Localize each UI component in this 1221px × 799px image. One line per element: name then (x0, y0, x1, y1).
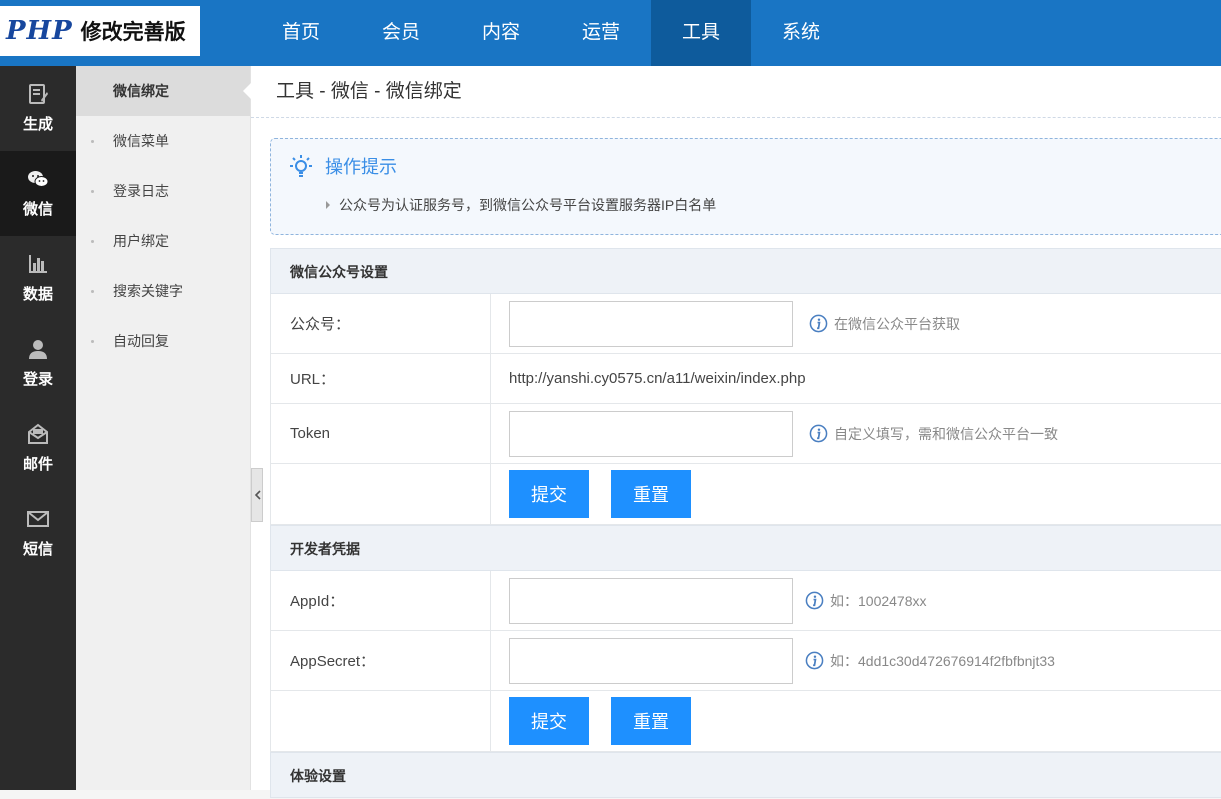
form-row-appsecret: AppSecret： 如：4dd1c30d472676914f2fbfbnjt3… (270, 631, 1221, 691)
sidebar-item-login[interactable]: 登录 (0, 321, 76, 406)
info-icon (805, 651, 824, 670)
url-value: http://yanshi.cy0575.cn/a11/weixin/index… (509, 370, 806, 387)
sidebar-label: 邮件 (22, 456, 53, 473)
submenu-item-user-bind[interactable]: 用户绑定 (76, 216, 250, 266)
top-header: PHP 修改完善版 首页 会员 内容 运营 工具 系统 (0, 0, 1221, 66)
topnav-content[interactable]: 内容 (451, 0, 551, 66)
submenu-item-login-log[interactable]: 登录日志 (76, 166, 250, 216)
envelope-icon (27, 511, 49, 527)
logo-brand: PHP (6, 16, 73, 46)
appsecret-hint-text: 如：4dd1c30d472676914f2fbfbnjt33 (830, 652, 1055, 669)
url-label: URL： (271, 354, 491, 403)
form-row-appid: AppId： 如：1002478xx (270, 571, 1221, 631)
settings-form: 微信公众号设置 公众号： 在微信公众平台获取 URL： http://yansh… (270, 248, 1221, 798)
appid-label: AppId： (271, 571, 491, 630)
tips-box: 操作提示 公众号为认证服务号，到微信公众号平台设置服务器IP白名单 (270, 138, 1221, 235)
appsecret-label: AppSecret： (271, 631, 491, 690)
account-input[interactable] (509, 300, 793, 347)
appid-hint-text: 如：1002478xx (830, 592, 927, 609)
submenu-item-wechat-menu[interactable]: 微信菜单 (76, 116, 250, 166)
sidebar-item-mail[interactable]: 邮件 (0, 406, 76, 491)
form-row-token: Token 自定义填写，需和微信公众平台一致 (270, 404, 1221, 464)
account-hint: 在微信公众平台获取 (809, 314, 960, 334)
form-row-actions: 提交 重置 (270, 464, 1221, 525)
tips-title: 操作提示 (289, 153, 397, 179)
lightbulb-icon (290, 155, 312, 177)
submit-button[interactable]: 提交 (509, 470, 589, 518)
account-label: 公众号： (271, 294, 491, 353)
logo[interactable]: PHP 修改完善版 (0, 6, 200, 56)
chevron-left-icon (254, 490, 261, 500)
section-title: 微信公众号设置 (270, 248, 1221, 294)
token-hint-text: 自定义填写，需和微信公众平台一致 (834, 425, 1058, 442)
reset-button[interactable]: 重置 (611, 470, 691, 518)
sidebar-item-sms[interactable]: 短信 (0, 491, 76, 576)
section-title: 开发者凭据 (270, 525, 1221, 571)
tips-title-text: 操作提示 (325, 157, 397, 177)
topnav-system[interactable]: 系统 (751, 0, 851, 66)
appid-hint: 如：1002478xx (805, 591, 927, 611)
appid-input[interactable] (509, 577, 793, 624)
sidebar-label: 登录 (22, 371, 53, 388)
collapse-sidebar-handle[interactable] (251, 468, 263, 522)
topnav-member[interactable]: 会员 (351, 0, 451, 66)
topnav-home[interactable]: 首页 (251, 0, 351, 66)
tips-line: 公众号为认证服务号，到微信公众号平台设置服务器IP白名单 (326, 195, 716, 215)
submenu-item-search-keyword[interactable]: 搜索关键字 (76, 266, 250, 316)
form-row-url: URL： http://yanshi.cy0575.cn/a11/weixin/… (270, 354, 1221, 404)
sidebar-item-wechat[interactable]: 微信 (0, 151, 76, 236)
sidebar-item-data[interactable]: 数据 (0, 236, 76, 321)
icon-sidebar: 生成 微信 数据 登录 邮件 短信 (0, 66, 76, 790)
topnav-tools[interactable]: 工具 (651, 0, 751, 66)
form-row-actions: 提交 重置 (270, 691, 1221, 752)
chart-icon (29, 255, 47, 273)
account-hint-text: 在微信公众平台获取 (834, 315, 960, 332)
info-icon (805, 591, 824, 610)
wechat-icon (28, 171, 49, 187)
submenu: 微信绑定 微信菜单 登录日志 用户绑定 搜索关键字 自动回复 (76, 66, 251, 790)
sidebar-label: 生成 (22, 116, 53, 133)
logo-subtitle: 修改完善版 (80, 21, 186, 44)
sidebar-item-generate[interactable]: 生成 (0, 66, 76, 151)
info-icon (809, 424, 828, 443)
info-icon (809, 314, 828, 333)
submenu-item-wechat-bind[interactable]: 微信绑定 (76, 66, 251, 116)
breadcrumb: 工具 - 微信 - 微信绑定 (251, 66, 1221, 118)
user-icon (29, 340, 47, 359)
submit-button[interactable]: 提交 (509, 697, 589, 745)
main-content: 工具 - 微信 - 微信绑定 操作提示 公众号为认证服务号，到微信公众号平台设置… (251, 66, 1221, 798)
submenu-item-auto-reply[interactable]: 自动回复 (76, 316, 250, 366)
edit-icon (29, 84, 48, 104)
topnav-operation[interactable]: 运营 (551, 0, 651, 66)
sidebar-label: 短信 (22, 541, 53, 558)
top-nav: 首页 会员 内容 运营 工具 系统 (251, 0, 851, 66)
appsecret-hint: 如：4dd1c30d472676914f2fbfbnjt33 (805, 651, 1055, 671)
reset-button[interactable]: 重置 (611, 697, 691, 745)
mailbox-icon (28, 423, 48, 444)
token-label: Token (271, 404, 491, 463)
token-input[interactable] (509, 410, 793, 457)
appsecret-input[interactable] (509, 637, 793, 684)
sidebar-label: 微信 (22, 201, 53, 218)
sidebar-label: 数据 (22, 286, 53, 303)
form-row-account: 公众号： 在微信公众平台获取 (270, 294, 1221, 354)
token-hint: 自定义填写，需和微信公众平台一致 (809, 424, 1058, 444)
section-title: 体验设置 (270, 752, 1221, 798)
